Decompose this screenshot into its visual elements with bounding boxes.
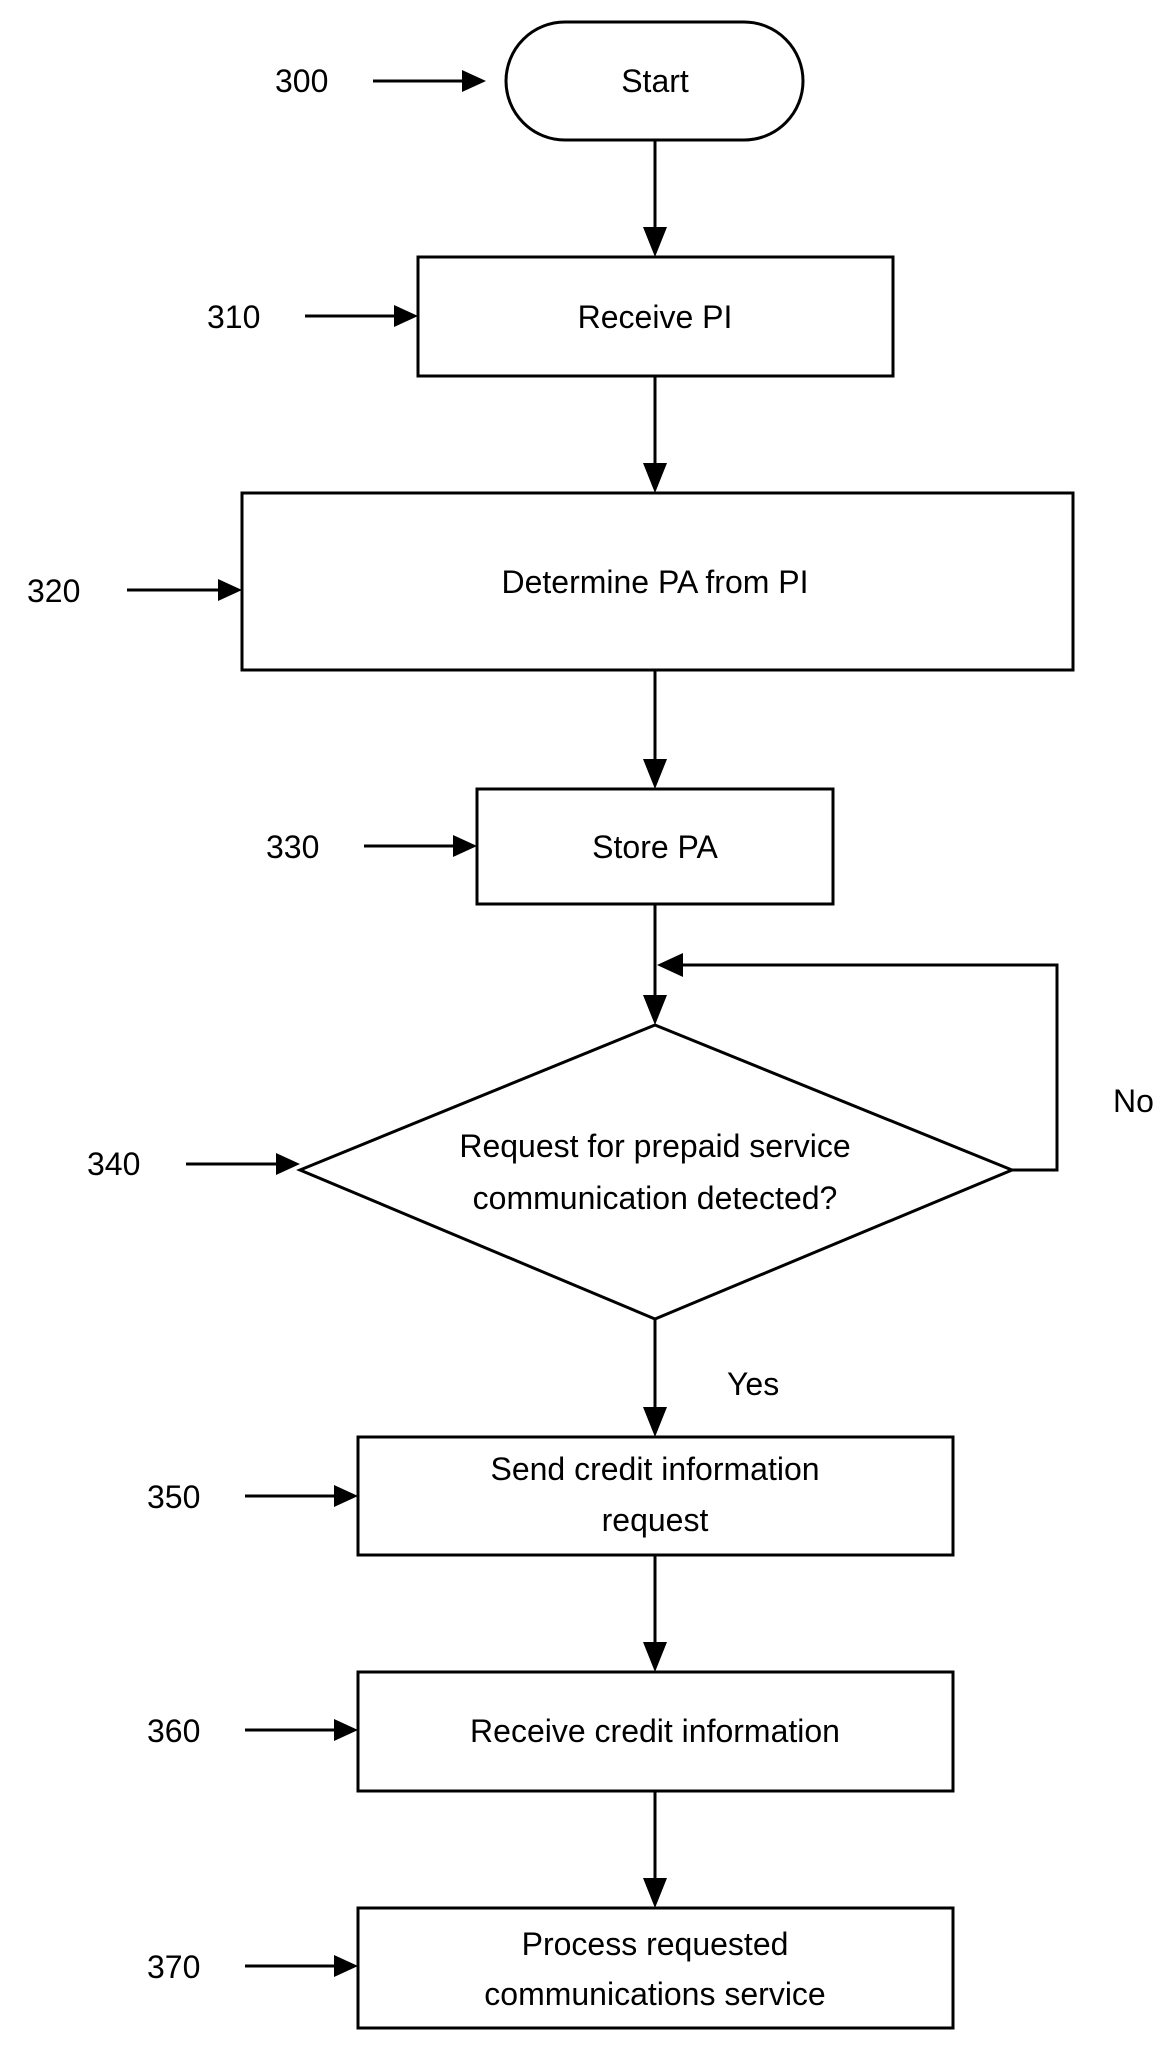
ref-arrow-350 bbox=[245, 1485, 358, 1507]
determine-pa-label: Determine PA from PI bbox=[501, 564, 808, 600]
node-process-service: Process requested communications service bbox=[356, 1906, 955, 2030]
ref-number-370: 370 bbox=[147, 1949, 200, 1985]
edge-receive-credit-to-process-service bbox=[643, 1791, 667, 1908]
edge-send-request-to-receive-credit bbox=[643, 1555, 667, 1672]
ref-arrow-300 bbox=[373, 70, 486, 92]
ref-arrow-370 bbox=[245, 1955, 358, 1977]
ref-number-350: 350 bbox=[147, 1479, 200, 1515]
ref-arrow-360 bbox=[245, 1719, 358, 1741]
branch-label-yes: Yes bbox=[727, 1366, 779, 1402]
send-credit-request-label-line-2: request bbox=[602, 1502, 709, 1538]
node-determine-pa: Determine PA from PI bbox=[240, 491, 1075, 672]
decision-label-line-2: communication detected? bbox=[473, 1180, 838, 1216]
edge-determine-pa-to-store-pa bbox=[643, 670, 667, 789]
ref-number-330: 330 bbox=[266, 829, 319, 865]
decision-diamond bbox=[296, 1023, 1016, 1321]
node-store-pa: Store PA bbox=[475, 787, 835, 906]
process-service-label-line-1: Process requested bbox=[522, 1926, 789, 1962]
edge-receive-pi-to-determine-pa bbox=[643, 376, 667, 493]
ref-number-360: 360 bbox=[147, 1713, 200, 1749]
ref-arrow-320 bbox=[127, 579, 242, 601]
ref-arrow-340 bbox=[186, 1153, 300, 1175]
node-send-credit-request: Send credit information request bbox=[356, 1435, 955, 1557]
flowchart: Start 300 Receive PI 310 Determine PA fr… bbox=[27, 20, 1154, 2030]
node-receive-credit: Receive credit information bbox=[356, 1670, 955, 1793]
edge-decision-yes-to-send-request bbox=[643, 1319, 667, 1437]
branch-label-no: No bbox=[1113, 1083, 1154, 1119]
ref-number-300: 300 bbox=[275, 63, 328, 99]
ref-number-340: 340 bbox=[87, 1146, 140, 1182]
ref-number-320: 320 bbox=[27, 573, 80, 609]
receive-pi-label: Receive PI bbox=[578, 299, 733, 335]
decision-label-line-1: Request for prepaid service bbox=[459, 1128, 850, 1164]
ref-number-310: 310 bbox=[207, 299, 260, 335]
ref-arrow-310 bbox=[305, 305, 418, 327]
start-label: Start bbox=[621, 63, 689, 99]
process-service-label-line-2: communications service bbox=[484, 1976, 825, 2012]
node-receive-pi: Receive PI bbox=[416, 255, 895, 378]
edge-start-to-receive-pi bbox=[643, 140, 667, 257]
send-credit-request-label-line-1: Send credit information bbox=[490, 1451, 819, 1487]
node-decision: Request for prepaid service communicatio… bbox=[296, 1023, 1016, 1321]
receive-credit-label: Receive credit information bbox=[470, 1713, 840, 1749]
node-start: Start bbox=[504, 20, 805, 142]
ref-arrow-330 bbox=[364, 835, 477, 857]
store-pa-label: Store PA bbox=[592, 829, 718, 865]
